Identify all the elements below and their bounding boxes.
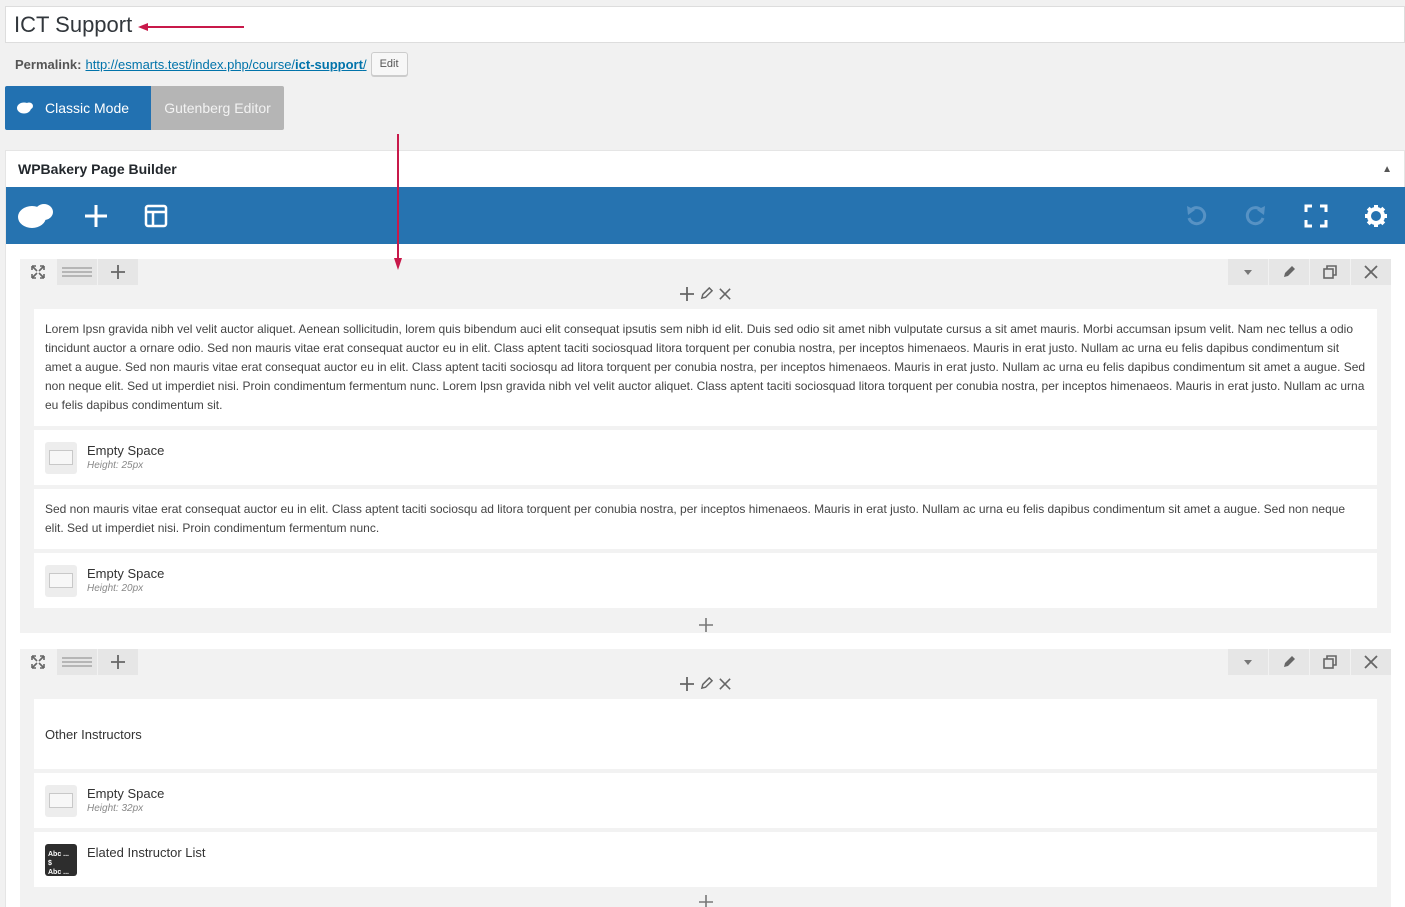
wpbakery-logo-icon [5,101,45,115]
instructor-list-element[interactable]: Abc ... $ Abc ... $ Elated Instructor Li… [34,832,1377,887]
row-delete-icon[interactable] [1351,259,1391,285]
add-element-icon[interactable] [66,187,126,244]
panel-header[interactable]: WPBakery Page Builder ▲ [6,151,1404,187]
fullscreen-icon[interactable] [1286,187,1346,244]
element-title: Empty Space [87,442,165,458]
text-block-content: Lorem Ipsn gravida nibh vel velit auctor… [45,322,1366,412]
row-add-column-icon[interactable] [98,649,138,675]
row-toggle-icon[interactable] [1228,649,1268,675]
element-title: Empty Space [87,785,165,801]
column-add-icon[interactable] [680,286,694,306]
column-edit-icon[interactable] [700,286,714,305]
editor-mode-switch: Classic Mode Gutenberg Editor [5,86,284,130]
permalink-bar: Permalink: http://esmarts.test/index.php… [15,52,408,76]
row-toggle-icon[interactable] [1228,259,1268,285]
builder-canvas: Lorem Ipsn gravida nibh vel velit auctor… [6,244,1405,907]
column-add-icon[interactable] [680,676,694,696]
empty-space-icon [45,564,77,597]
empty-space-icon [45,441,77,474]
column-delete-icon[interactable] [719,287,731,305]
heading-element[interactable]: Other Instructors [34,699,1377,769]
permalink-trail: / [362,56,367,72]
panel-title: WPBakery Page Builder [18,161,177,177]
icon-line: Abc ... $ [48,851,70,867]
builder-toolbar [6,187,1405,244]
row-edit-icon[interactable] [1269,259,1309,285]
permalink-slug: ict-support [295,56,363,72]
icon-line: Abc ... $ [48,869,70,885]
text-block-element[interactable]: Sed non mauris vitae erat consequat auct… [34,489,1377,549]
empty-space-element[interactable]: Empty Space Height: 20px [34,553,1377,608]
row-move-icon[interactable] [20,259,56,285]
row-add-column-icon[interactable] [98,259,138,285]
text-block-content: Sed non mauris vitae erat consequat auct… [45,502,1346,535]
column-delete-icon[interactable] [719,677,731,695]
row-clone-icon[interactable] [1310,649,1350,675]
permalink-link[interactable]: http://esmarts.test/index.php/course/ict… [85,57,366,72]
settings-icon[interactable] [1346,187,1405,244]
classic-mode-button[interactable]: Classic Mode [5,86,151,130]
gutenberg-editor-button[interactable]: Gutenberg Editor [151,86,284,130]
heading-text: Other Instructors [45,726,142,742]
column-controls [20,675,1391,697]
row-move-icon[interactable] [20,649,56,675]
row: Lorem Ipsn gravida nibh vel velit auctor… [20,259,1391,633]
row-layout-icon[interactable] [57,259,97,285]
add-icon [698,895,713,907]
redo-icon[interactable] [1226,187,1286,244]
wpbakery-panel: WPBakery Page Builder ▲ Lorem Ipsn gravi… [5,150,1405,907]
row-controls [20,649,1391,675]
add-element-button[interactable] [20,612,1391,638]
element-title: Empty Space [87,565,165,581]
row-edit-icon[interactable] [1269,649,1309,675]
instructor-list-icon: Abc ... $ Abc ... $ [45,844,77,885]
empty-space-element[interactable]: Empty Space Height: 25px [34,430,1377,485]
collapse-arrow-icon[interactable]: ▲ [1382,164,1392,175]
permalink-base: http://esmarts.test/index.php/course/ [85,56,296,72]
column-edit-icon[interactable] [700,676,714,695]
templates-icon[interactable] [126,187,186,244]
row-controls [20,259,1391,285]
empty-space-element[interactable]: Empty Space Height: 32px [34,773,1377,828]
undo-icon[interactable] [1166,187,1226,244]
annotation-arrow-title [138,23,244,31]
permalink-label: Permalink: [15,56,82,72]
empty-space-icon [45,784,77,817]
row-clone-icon[interactable] [1310,259,1350,285]
row-delete-icon[interactable] [1351,649,1391,675]
column-controls [20,285,1391,307]
classic-mode-label: Classic Mode [45,100,130,116]
wpbakery-logo-icon[interactable] [6,187,66,244]
text-block-element[interactable]: Lorem Ipsn gravida nibh vel velit auctor… [34,309,1377,426]
add-icon [698,618,713,632]
element-meta: Height: 32px [87,802,144,814]
row: Other Instructors Empty Space Height: 32… [20,649,1391,907]
annotation-arrow-row [394,134,402,270]
element-meta: Height: 20px [87,582,144,594]
add-element-button[interactable] [20,891,1391,907]
element-meta: Height: 25px [87,459,144,471]
row-layout-icon[interactable] [57,649,97,675]
element-title: Elated Instructor List [87,845,206,860]
permalink-edit-button[interactable]: Edit [370,52,408,76]
